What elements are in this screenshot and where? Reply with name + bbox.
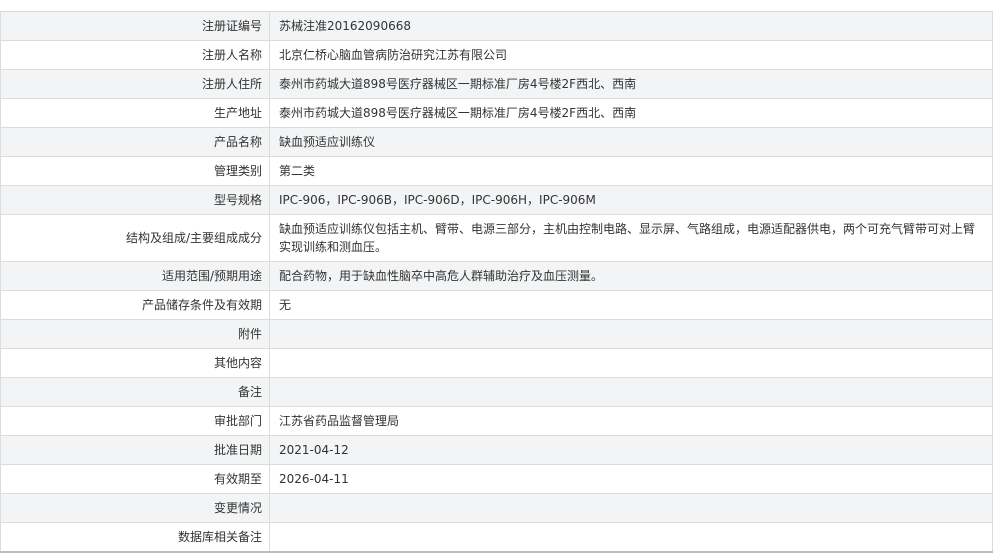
table-row: 管理类别 第二类 xyxy=(0,156,993,186)
table-row: 结构及组成/主要组成成分 缺血预适应训练仪包括主机、臂带、电源三部分，主机由控制… xyxy=(0,214,993,262)
registration-detail-table: 注册证编号 苏械注准20162090668 注册人名称 北京仁桥心脑血管病防治研… xyxy=(0,11,993,553)
row-value: 苏械注准20162090668 xyxy=(269,11,993,41)
row-label: 数据库相关备注 xyxy=(0,522,270,553)
row-label: 结构及组成/主要组成成分 xyxy=(0,214,270,262)
table-row: 生产地址 泰州市药城大道898号医疗器械区一期标准厂房4号楼2F西北、西南 xyxy=(0,98,993,128)
row-value xyxy=(269,319,993,349)
row-label: 附件 xyxy=(0,319,270,349)
table-row: 产品储存条件及有效期 无 xyxy=(0,290,993,320)
table-row: 批准日期 2021-04-12 xyxy=(0,435,993,465)
row-value xyxy=(269,377,993,407)
row-label: 其他内容 xyxy=(0,348,270,378)
row-value: 缺血预适应训练仪包括主机、臂带、电源三部分，主机由控制电路、显示屏、气路组成，电… xyxy=(269,214,993,262)
table-row: 有效期至 2026-04-11 xyxy=(0,464,993,494)
table-row: 数据库相关备注 xyxy=(0,522,993,553)
row-label: 注册人名称 xyxy=(0,40,270,70)
row-value: 2026-04-11 xyxy=(269,464,993,494)
row-label: 管理类别 xyxy=(0,156,270,186)
row-value: 2021-04-12 xyxy=(269,435,993,465)
table-row: 变更情况 xyxy=(0,493,993,523)
top-spacer xyxy=(0,0,998,11)
table-row: 注册人住所 泰州市药城大道898号医疗器械区一期标准厂房4号楼2F西北、西南 xyxy=(0,69,993,99)
row-label: 变更情况 xyxy=(0,493,270,523)
row-label: 型号规格 xyxy=(0,185,270,215)
table-row: 产品名称 缺血预适应训练仪 xyxy=(0,127,993,157)
row-label: 产品储存条件及有效期 xyxy=(0,290,270,320)
row-label: 生产地址 xyxy=(0,98,270,128)
table-row: 备注 xyxy=(0,377,993,407)
row-value: IPC-906，IPC-906B，IPC-906D，IPC-906H，IPC-9… xyxy=(269,185,993,215)
table-row: 其他内容 xyxy=(0,348,993,378)
row-value: 无 xyxy=(269,290,993,320)
row-label: 产品名称 xyxy=(0,127,270,157)
row-value xyxy=(269,493,993,523)
row-label: 批准日期 xyxy=(0,435,270,465)
row-value: 北京仁桥心脑血管病防治研究江苏有限公司 xyxy=(269,40,993,70)
row-label: 注册证编号 xyxy=(0,11,270,41)
row-label: 有效期至 xyxy=(0,464,270,494)
row-value: 泰州市药城大道898号医疗器械区一期标准厂房4号楼2F西北、西南 xyxy=(269,98,993,128)
table-row: 注册人名称 北京仁桥心脑血管病防治研究江苏有限公司 xyxy=(0,40,993,70)
table-row: 注册证编号 苏械注准20162090668 xyxy=(0,11,993,41)
table-row: 审批部门 江苏省药品监督管理局 xyxy=(0,406,993,436)
table-row: 附件 xyxy=(0,319,993,349)
row-value: 江苏省药品监督管理局 xyxy=(269,406,993,436)
row-value: 泰州市药城大道898号医疗器械区一期标准厂房4号楼2F西北、西南 xyxy=(269,69,993,99)
row-value xyxy=(269,348,993,378)
row-value: 缺血预适应训练仪 xyxy=(269,127,993,157)
row-label: 注册人住所 xyxy=(0,69,270,99)
row-value xyxy=(269,522,993,553)
row-value: 第二类 xyxy=(269,156,993,186)
table-row: 适用范围/预期用途 配合药物，用于缺血性脑卒中高危人群辅助治疗及血压测量。 xyxy=(0,261,993,291)
row-label: 适用范围/预期用途 xyxy=(0,261,270,291)
row-label: 审批部门 xyxy=(0,406,270,436)
row-label: 备注 xyxy=(0,377,270,407)
row-value: 配合药物，用于缺血性脑卒中高危人群辅助治疗及血压测量。 xyxy=(269,261,993,291)
table-row: 型号规格 IPC-906，IPC-906B，IPC-906D，IPC-906H，… xyxy=(0,185,993,215)
